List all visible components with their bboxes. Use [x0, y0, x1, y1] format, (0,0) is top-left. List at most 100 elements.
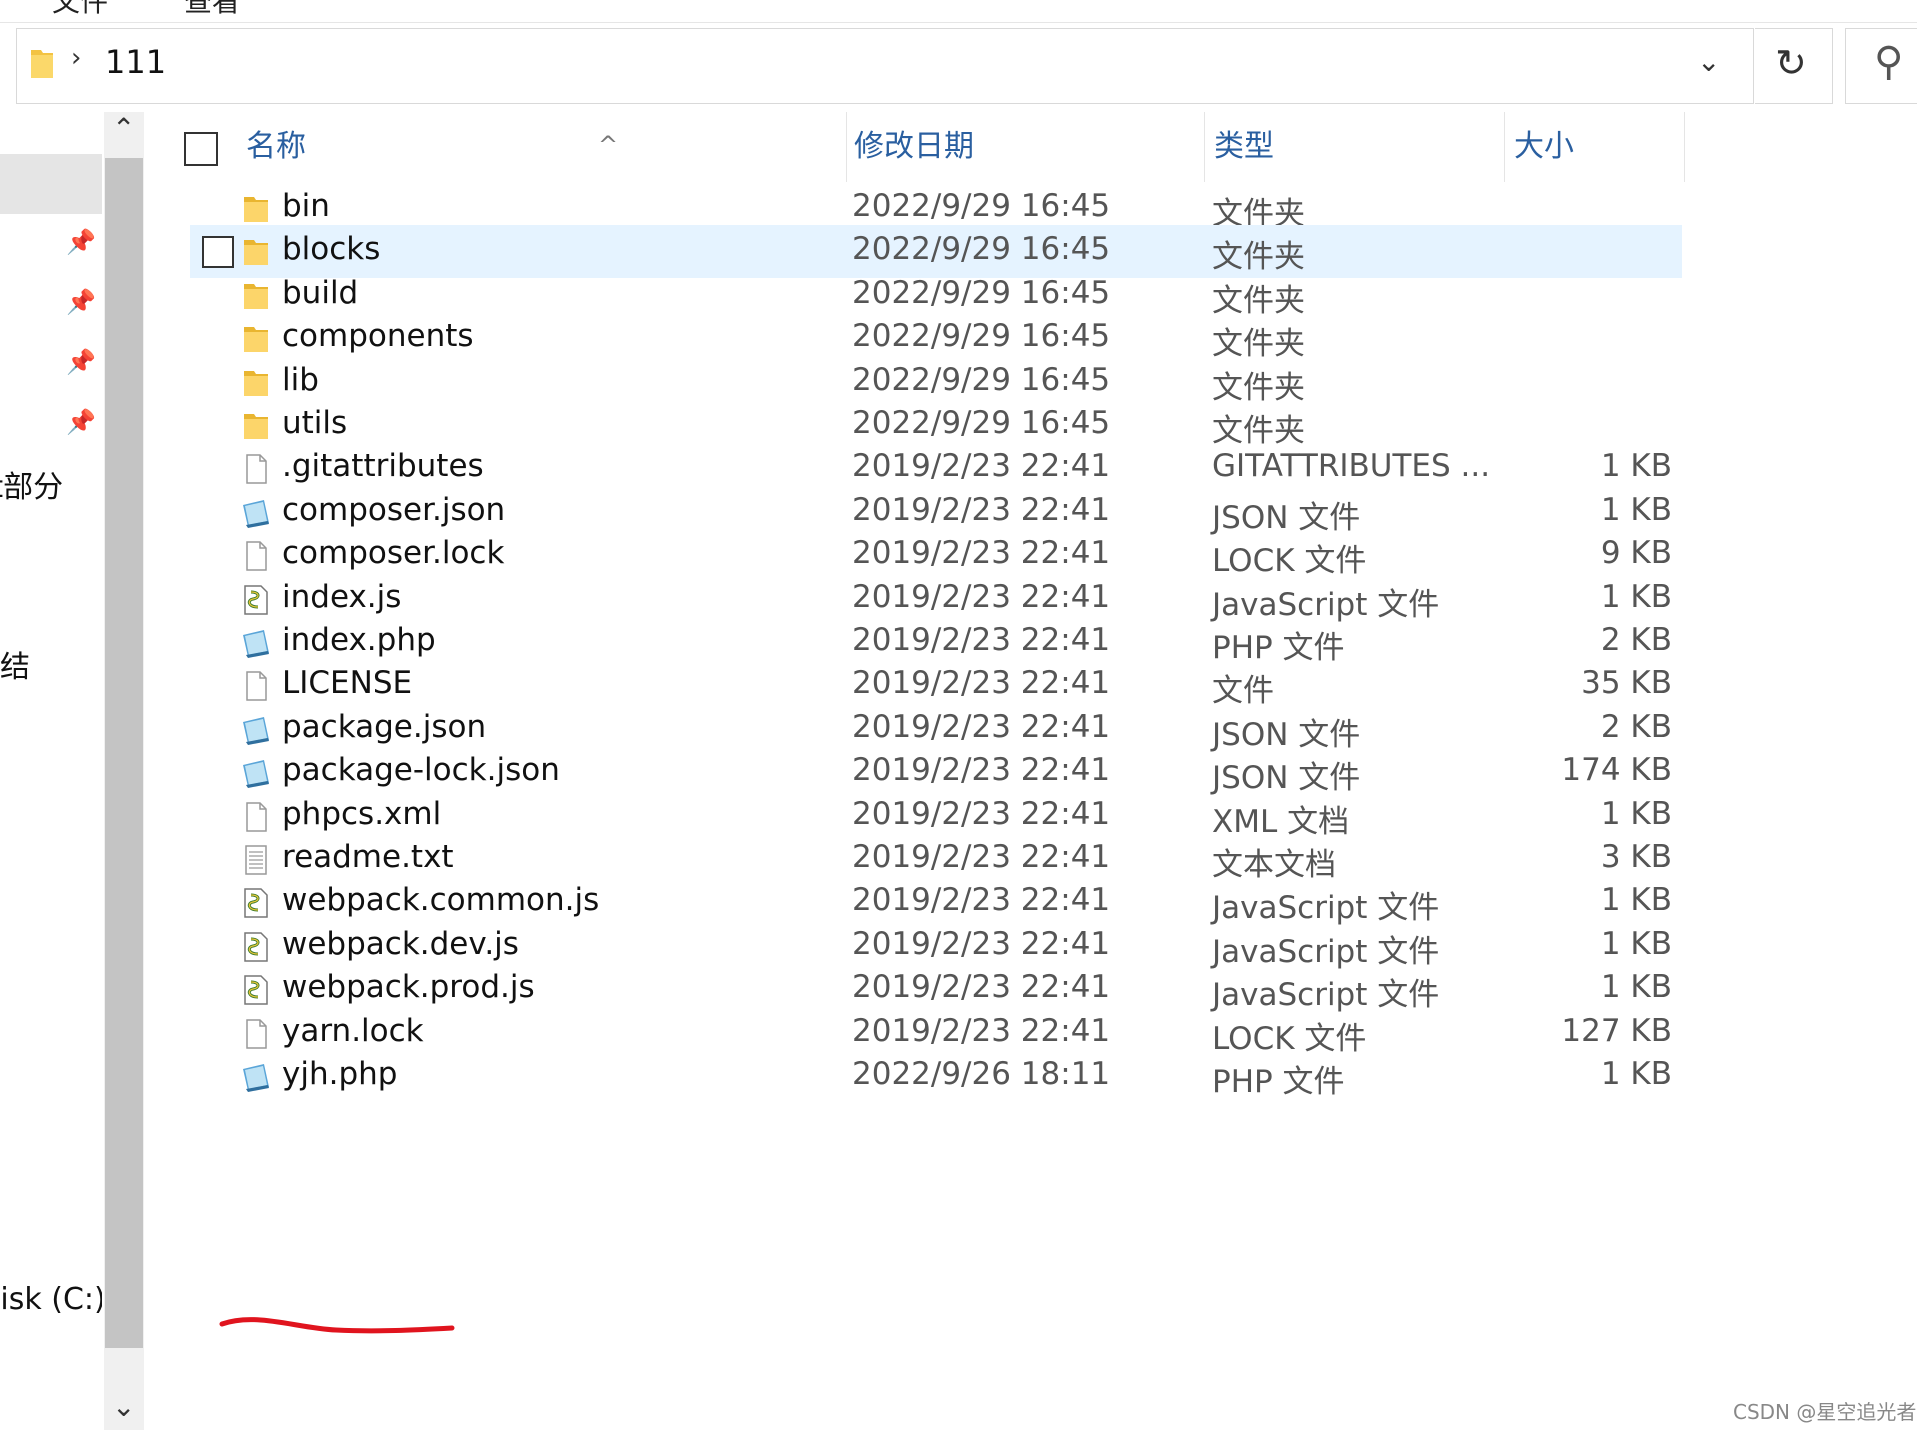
editor-file-icon [240, 497, 272, 529]
file-date: 2019/2/23 22:41 [852, 969, 1111, 1006]
breadcrumb-chevron-icon[interactable]: › [71, 43, 81, 73]
file-date: 2019/2/23 22:41 [852, 925, 1111, 962]
column-header-name[interactable]: 名称 ^ [246, 112, 847, 182]
refresh-button[interactable]: ↻ [1755, 28, 1833, 104]
editor-file-icon [240, 627, 272, 659]
folder-icon [240, 236, 272, 268]
file-type: PHP 文件 [1212, 1064, 1345, 1100]
file-date: 2022/9/26 18:11 [852, 1056, 1111, 1092]
file-type: GITATTRIBUTES ... [1212, 448, 1491, 485]
nav-item-jie[interactable]: 结 [0, 642, 30, 686]
script-file-icon [240, 931, 272, 963]
folder-icon [240, 193, 272, 225]
column-header-type[interactable]: 类型 [1214, 112, 1505, 182]
nav-item-selected[interactable] [0, 154, 102, 214]
file-size: 1 KB [1600, 491, 1672, 528]
scrollbar-thumb[interactable] [105, 158, 143, 1348]
file-name: composer.lock [282, 535, 505, 572]
file-size: 3 KB [1600, 839, 1672, 875]
file-row[interactable]: yjh.php 2022/9/26 18:11 PHP 文件 1 KB [190, 1050, 1682, 1103]
blank-file-icon [240, 453, 272, 485]
nav-scrollbar[interactable]: ⌃ ⌄ [104, 112, 144, 1430]
file-name: components [282, 318, 474, 355]
scroll-down-icon[interactable]: ⌄ [112, 1390, 135, 1423]
folder-icon [240, 367, 272, 399]
file-date: 2022/9/29 16:45 [852, 405, 1111, 441]
script-file-icon [240, 974, 272, 1006]
file-name: package-lock.json [282, 752, 560, 789]
menu-bar: 文件 查看 [0, 0, 1917, 23]
file-date: 2019/2/23 22:41 [852, 578, 1111, 615]
file-name: index.php [282, 622, 436, 658]
chevron-down-icon[interactable]: ⌄ [1697, 45, 1720, 78]
file-size: 1 KB [1600, 1056, 1672, 1092]
blank-file-icon [240, 801, 272, 833]
menu-item-file[interactable]: 文件 [52, 0, 108, 20]
editor-file-icon [240, 714, 272, 746]
file-name: webpack.common.js [282, 882, 600, 919]
pin-icon[interactable]: 📌 [66, 228, 96, 256]
text-file-icon [240, 844, 272, 876]
file-name: yjh.php [282, 1056, 398, 1092]
select-all-checkbox[interactable] [184, 132, 218, 166]
address-bar[interactable]: › 111 ⌄ [16, 28, 1754, 104]
file-name: webpack.prod.js [282, 969, 535, 1006]
script-file-icon [240, 887, 272, 919]
blank-file-icon [240, 540, 272, 572]
file-date: 2022/9/29 16:45 [852, 274, 1111, 311]
file-date: 2019/2/23 22:41 [852, 708, 1111, 745]
file-size: 1 KB [1600, 925, 1672, 962]
file-name: webpack.dev.js [282, 925, 519, 962]
column-header-date[interactable]: 修改日期 [854, 112, 1205, 182]
search-icon: ⚲ [1874, 39, 1904, 85]
file-name: build [282, 274, 359, 311]
file-size: 1 KB [1600, 969, 1672, 1006]
editor-file-icon [240, 757, 272, 789]
file-name: composer.json [282, 491, 506, 528]
file-name: package.json [282, 708, 487, 745]
file-date: 2019/2/23 22:41 [852, 448, 1111, 485]
file-date: 2022/9/29 16:45 [852, 318, 1111, 355]
file-date: 2019/2/23 22:41 [852, 535, 1111, 572]
file-size: 35 KB [1581, 665, 1672, 702]
file-name: phpcs.xml [282, 795, 442, 832]
folder-icon [31, 50, 53, 78]
watermark: CSDN @星空追光者 [1733, 1400, 1917, 1424]
pin-icon[interactable]: 📌 [66, 288, 96, 316]
file-date: 2019/2/23 22:41 [852, 665, 1111, 702]
row-checkbox[interactable] [202, 236, 234, 269]
file-date: 2019/2/23 22:41 [852, 752, 1111, 789]
nav-item-git[interactable]: git部分 [0, 462, 63, 506]
file-name: index.js [282, 578, 402, 615]
file-size: 2 KB [1600, 622, 1672, 658]
file-size: 1 KB [1600, 578, 1672, 615]
menu-item-view[interactable]: 查看 [184, 0, 240, 20]
folder-icon [240, 323, 272, 355]
file-size: 174 KB [1561, 752, 1672, 789]
scroll-up-icon[interactable]: ⌃ [112, 112, 135, 145]
file-size: 1 KB [1600, 795, 1672, 832]
blank-file-icon [240, 670, 272, 702]
folder-icon [240, 410, 272, 442]
file-date: 2019/2/23 22:41 [852, 491, 1111, 528]
column-header-size[interactable]: 大小 [1514, 112, 1685, 182]
folder-icon [240, 280, 272, 312]
script-file-icon [240, 584, 272, 616]
file-name: blocks [282, 231, 381, 268]
annotation-underline [219, 1317, 455, 1334]
pin-icon[interactable]: 📌 [66, 408, 96, 436]
file-date: 2019/2/23 22:41 [852, 839, 1111, 875]
file-size: 9 KB [1600, 535, 1672, 572]
refresh-icon: ↻ [1775, 41, 1807, 85]
breadcrumb-current[interactable]: 111 [105, 43, 166, 81]
file-name: .gitattributes [282, 448, 484, 485]
search-box[interactable]: ⚲ [1845, 28, 1917, 104]
file-list: 名称 ^ 修改日期 类型 大小 bin 2022/9/29 16:45 文件夹 blo… [146, 112, 1917, 1430]
file-size: 127 KB [1561, 1012, 1672, 1049]
file-name: LICENSE [282, 665, 413, 702]
sort-ascending-icon: ^ [598, 131, 619, 159]
file-name: utils [282, 405, 348, 441]
nav-item-local-disk[interactable]: Local Disk (C:) [0, 1282, 102, 1317]
pin-icon[interactable]: 📌 [66, 348, 96, 376]
file-date: 2022/9/29 16:45 [852, 231, 1111, 268]
